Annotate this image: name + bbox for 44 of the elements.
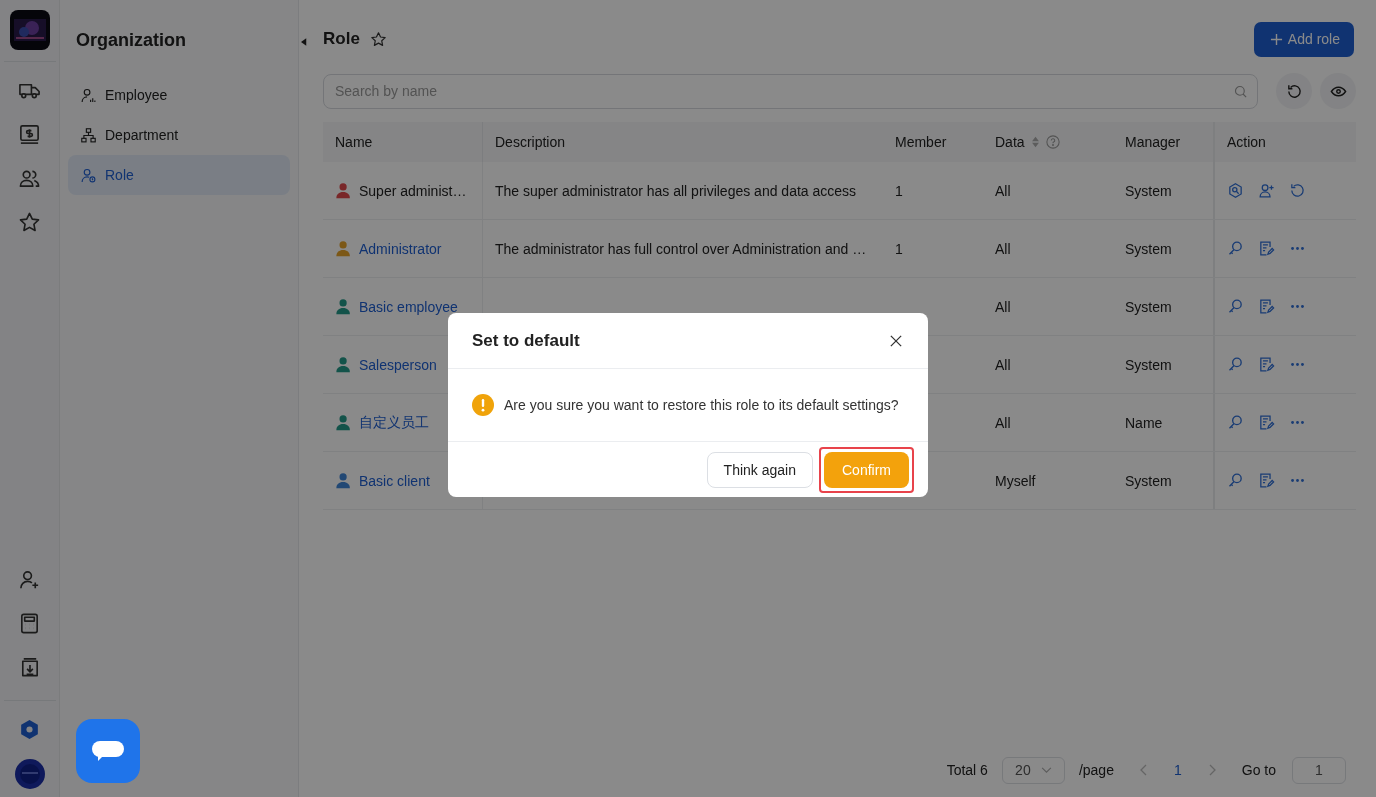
column-header: Data bbox=[995, 134, 1025, 150]
total-count: Total 6 bbox=[946, 762, 988, 778]
confirm-button[interactable]: Confirm bbox=[824, 451, 909, 488]
sidebar-item[interactable]: Role bbox=[68, 155, 290, 195]
column-header: Member bbox=[895, 134, 947, 150]
role-name[interactable]: Basic client bbox=[359, 472, 430, 489]
dialog-message: Are you sure you want to restore this role to its default settings? bbox=[504, 397, 899, 413]
table-cell: The administrator has full control over Administration and … bbox=[495, 240, 867, 257]
table-cell: System bbox=[1125, 298, 1172, 315]
sidebar-item[interactable]: Employee bbox=[68, 75, 290, 115]
dialog-title: Set to default bbox=[472, 330, 580, 351]
table-cell: System bbox=[1125, 356, 1172, 373]
table-cell: Name bbox=[1125, 414, 1163, 431]
go-to-label: Go to bbox=[1241, 762, 1276, 778]
think-again-button[interactable]: Think again bbox=[706, 451, 813, 488]
table-cell: All bbox=[995, 356, 1011, 373]
table-cell: All bbox=[995, 182, 1011, 199]
per-page-label: /page bbox=[1078, 762, 1114, 778]
table-cell: System bbox=[1125, 182, 1172, 199]
page-title: Role bbox=[323, 29, 360, 49]
role-name[interactable]: Administrator bbox=[359, 240, 442, 257]
column-header: Name bbox=[335, 134, 373, 150]
page-size-select[interactable]: 20 bbox=[1001, 756, 1065, 784]
sidebar-title: Organization bbox=[76, 30, 187, 51]
role-name[interactable]: Basic employee bbox=[359, 298, 458, 315]
column-header: Manager bbox=[1125, 134, 1181, 150]
sidebar-item[interactable]: Department bbox=[68, 115, 290, 155]
table-cell: 1 bbox=[895, 240, 903, 257]
column-header: Action bbox=[1227, 134, 1266, 150]
table-cell: All bbox=[995, 240, 1011, 257]
table-cell: 1 bbox=[895, 182, 903, 199]
page-number[interactable]: 1 bbox=[1173, 762, 1182, 778]
table-cell: All bbox=[995, 298, 1011, 315]
role-name: Super administ… bbox=[359, 182, 467, 199]
role-name[interactable]: 自定义员工 bbox=[359, 413, 429, 432]
page-input[interactable]: 1 bbox=[1292, 756, 1346, 784]
table-cell: System bbox=[1125, 472, 1172, 489]
role-name[interactable]: Salesperson bbox=[359, 356, 437, 373]
table-cell: All bbox=[995, 414, 1011, 431]
table-cell: Myself bbox=[995, 472, 1036, 489]
table-cell: System bbox=[1125, 240, 1172, 257]
add-role-button[interactable]: Add role bbox=[1253, 21, 1354, 57]
table-cell: The super administrator has all privileges and data access bbox=[495, 182, 857, 199]
column-header: Description bbox=[495, 134, 566, 150]
